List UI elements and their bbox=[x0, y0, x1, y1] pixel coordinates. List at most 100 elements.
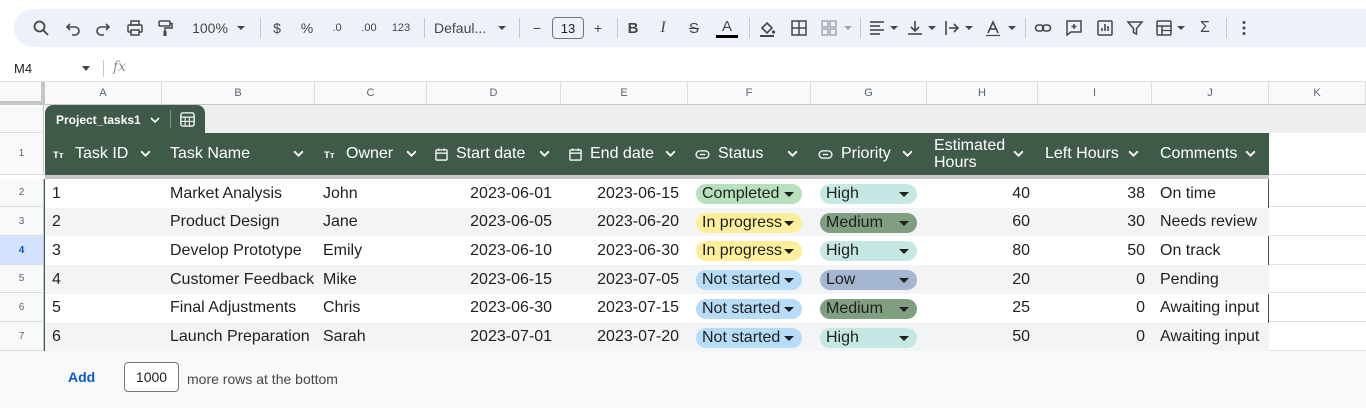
strikethrough-button[interactable]: S bbox=[685, 9, 703, 47]
column-header-f[interactable]: F bbox=[688, 82, 811, 105]
search-menus-icon[interactable] bbox=[30, 9, 52, 47]
cell-comments[interactable]: Awaiting input bbox=[1160, 323, 1259, 352]
cell-end-date[interactable]: 2023-07-05 bbox=[562, 265, 679, 294]
cell-task-id[interactable]: 5 bbox=[52, 294, 61, 323]
chevron-down-icon[interactable] bbox=[1007, 9, 1017, 47]
empty-cell[interactable] bbox=[1269, 207, 1366, 236]
cell-task-id[interactable]: 4 bbox=[52, 265, 61, 294]
header-task-name[interactable]: Task Name bbox=[170, 133, 315, 175]
cell-estimated-hours[interactable]: 60 bbox=[928, 208, 1030, 237]
table-view-icon[interactable] bbox=[1153, 9, 1175, 47]
cell-task-name[interactable]: Customer Feedback bbox=[170, 265, 314, 294]
cell-end-date[interactable]: 2023-07-20 bbox=[562, 323, 679, 352]
priority-chip[interactable]: Low bbox=[820, 270, 917, 291]
add-rows-button[interactable]: Add bbox=[68, 369, 95, 385]
name-box[interactable]: M4 bbox=[14, 55, 32, 82]
cell-comments[interactable]: Needs review bbox=[1160, 208, 1257, 237]
cell-owner[interactable]: John bbox=[323, 179, 358, 208]
functions-button[interactable]: Σ bbox=[1195, 9, 1215, 47]
priority-chip[interactable]: High bbox=[820, 327, 917, 348]
insert-comment-icon[interactable] bbox=[1063, 9, 1085, 47]
empty-cell[interactable] bbox=[1269, 265, 1366, 293]
cell-task-id[interactable]: 3 bbox=[52, 236, 61, 265]
cell-owner[interactable]: Jane bbox=[323, 208, 358, 237]
cell-end-date[interactable]: 2023-06-20 bbox=[562, 208, 679, 237]
header-status[interactable]: Status bbox=[695, 133, 809, 175]
row-header-3[interactable]: 3 bbox=[0, 207, 44, 236]
header-owner[interactable]: Tт Owner bbox=[324, 133, 428, 175]
merge-cells-icon[interactable] bbox=[818, 9, 840, 47]
row-header-6[interactable]: 6 bbox=[0, 293, 44, 322]
row-header-4[interactable]: 4 bbox=[0, 236, 44, 265]
table-row[interactable]: 4 Customer Feedback Mike 2023-06-15 2023… bbox=[45, 265, 1269, 294]
empty-cell[interactable] bbox=[1269, 236, 1366, 265]
chevron-down-icon[interactable] bbox=[901, 147, 914, 165]
header-start-date[interactable]: Start date bbox=[435, 133, 561, 175]
chevron-down-icon[interactable] bbox=[964, 9, 974, 47]
status-chip[interactable]: Not started bbox=[696, 270, 802, 291]
priority-chip[interactable]: Medium bbox=[820, 212, 917, 233]
row-header-1[interactable]: 1 bbox=[0, 133, 44, 175]
cell-task-name[interactable]: Market Analysis bbox=[170, 179, 282, 208]
font-size-input[interactable]: 13 bbox=[552, 17, 584, 39]
cell-start-date[interactable]: 2023-06-30 bbox=[428, 294, 552, 323]
zoom-select[interactable]: 100% bbox=[186, 9, 234, 47]
cell-task-id[interactable]: 2 bbox=[52, 208, 61, 237]
rows-count-input[interactable]: 1000 bbox=[124, 362, 179, 392]
cell-end-date[interactable]: 2023-06-15 bbox=[562, 179, 679, 208]
header-priority[interactable]: Priority bbox=[818, 133, 924, 175]
cell-start-date[interactable]: 2023-06-15 bbox=[428, 265, 552, 294]
column-header-e[interactable]: E bbox=[561, 82, 688, 105]
insert-chart-icon[interactable] bbox=[1094, 9, 1116, 47]
cell-left-hours[interactable]: 0 bbox=[1039, 294, 1145, 323]
cell-comments[interactable]: Pending bbox=[1160, 265, 1219, 294]
cell-start-date[interactable]: 2023-06-01 bbox=[428, 179, 552, 208]
table-row[interactable]: 6 Launch Preparation Sarah 2023-07-01 20… bbox=[45, 322, 1269, 352]
header-end-date[interactable]: End date bbox=[569, 133, 687, 175]
chevron-down-icon[interactable] bbox=[82, 66, 90, 71]
cell-task-id[interactable]: 1 bbox=[52, 179, 61, 208]
cell-end-date[interactable]: 2023-06-30 bbox=[562, 236, 679, 265]
cell-owner[interactable]: Sarah bbox=[323, 323, 366, 352]
more-options-icon[interactable] bbox=[1234, 9, 1254, 47]
text-wrapping-icon[interactable] bbox=[942, 9, 962, 47]
column-header-k[interactable]: K bbox=[1269, 82, 1366, 105]
cell-estimated-hours[interactable]: 50 bbox=[928, 323, 1030, 352]
chevron-down-icon[interactable] bbox=[1176, 9, 1186, 47]
cell-comments[interactable]: On time bbox=[1160, 179, 1216, 208]
redo-icon[interactable] bbox=[92, 9, 114, 47]
increase-decimal-button[interactable]: .00 bbox=[354, 9, 384, 47]
chevron-down-icon[interactable] bbox=[292, 147, 305, 165]
chevron-down-icon[interactable] bbox=[664, 147, 677, 165]
table-row[interactable]: 5 Final Adjustments Chris 2023-06-30 202… bbox=[45, 294, 1269, 323]
chevron-down-icon[interactable] bbox=[405, 147, 418, 165]
row-header-blank[interactable] bbox=[0, 105, 44, 133]
cell-owner[interactable]: Mike bbox=[323, 265, 357, 294]
decrease-font-size-button[interactable]: − bbox=[528, 9, 546, 47]
cell-estimated-hours[interactable]: 80 bbox=[928, 236, 1030, 265]
cell-estimated-hours[interactable]: 25 bbox=[928, 294, 1030, 323]
decrease-decimal-button[interactable]: .0 bbox=[324, 9, 350, 47]
header-comments[interactable]: Comments bbox=[1160, 133, 1267, 175]
cell-left-hours[interactable]: 0 bbox=[1039, 265, 1145, 294]
cell-left-hours[interactable]: 50 bbox=[1039, 236, 1145, 265]
table-row[interactable]: 3 Develop Prototype Emily 2023-06-10 202… bbox=[45, 236, 1269, 265]
percent-format-button[interactable]: % bbox=[298, 9, 316, 47]
column-header-i[interactable]: I bbox=[1038, 82, 1152, 105]
cell-estimated-hours[interactable]: 40 bbox=[928, 179, 1030, 208]
cell-left-hours[interactable]: 0 bbox=[1039, 323, 1145, 352]
fill-color-icon[interactable] bbox=[756, 9, 778, 47]
column-header-d[interactable]: D bbox=[427, 82, 561, 105]
chevron-down-icon[interactable] bbox=[1012, 147, 1025, 165]
cell-comments[interactable]: On track bbox=[1160, 236, 1220, 265]
chevron-down-icon[interactable] bbox=[538, 147, 551, 165]
priority-chip[interactable]: High bbox=[820, 184, 917, 204]
filter-icon[interactable] bbox=[1124, 9, 1146, 47]
cell-estimated-hours[interactable]: 20 bbox=[928, 265, 1030, 294]
table-row[interactable]: 2 Product Design Jane 2023-06-05 2023-06… bbox=[45, 207, 1269, 237]
column-header-g[interactable]: G bbox=[811, 82, 927, 105]
empty-cell[interactable] bbox=[1269, 133, 1366, 175]
print-icon[interactable] bbox=[124, 9, 146, 47]
cell-left-hours[interactable]: 38 bbox=[1039, 179, 1145, 208]
chevron-down-icon[interactable] bbox=[139, 147, 152, 165]
